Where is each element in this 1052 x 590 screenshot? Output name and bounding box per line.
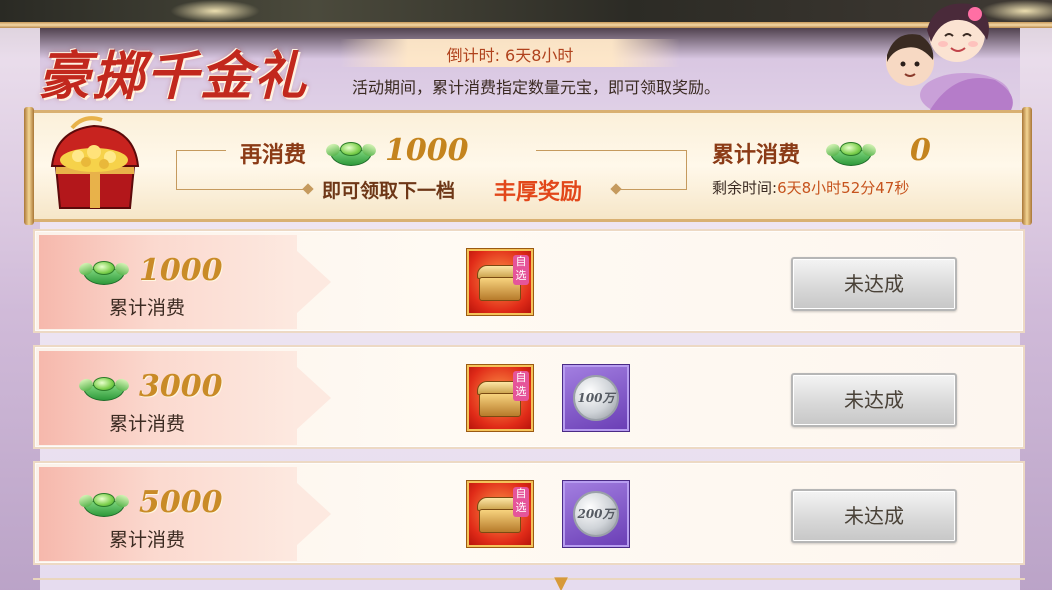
selectable-chest-reward[interactable]: 自选 [467,365,533,431]
ornament-line [176,150,177,190]
characters-art [886,3,1013,117]
total-spent-value: 0 [910,133,931,168]
reward-tier-row: 1000 累计消费 自选 未达成 [33,229,1025,333]
event-title: 豪掷千金礼 [38,46,309,107]
reward-tier-row: 3000 累计消费 自选 100万 未达成 [33,345,1025,449]
yuanbao-ingot-icon [824,140,878,166]
yuanbao-ingot-icon [77,375,131,401]
silver-coin-reward[interactable]: 100万 [563,365,629,431]
event-description: 活动期间，累计消费指定数量元宝，即可领取奖励。 [352,78,721,97]
ornament-line [620,189,686,190]
treasure-chest-icon [42,112,148,216]
claim-button[interactable]: 未达成 [791,373,957,427]
next-tier-text: 即可领取下一档 [322,180,456,202]
list-bottom-rule [33,578,1025,580]
selectable-chest-reward[interactable]: 自选 [467,481,533,547]
remaining-time-label: 剩余时间: [712,179,778,197]
ornament-line [686,150,687,190]
claim-button[interactable]: 未达成 [791,489,957,543]
remaining-time-value: 6天8小时52分47秒 [777,179,910,197]
tier-amount: 3000 [139,369,223,404]
yuanbao-ingot-icon [324,140,378,166]
coin-amount: 100万 [577,391,615,405]
banner-left-cap [24,107,34,225]
claim-button[interactable]: 未达成 [791,257,957,311]
selectable-badge: 自选 [513,371,529,401]
next-tier-highlight: 丰厚奖励 [494,179,583,205]
ornament-line [536,150,686,151]
countdown-text: 倒计时: 6天8小时 [446,46,574,65]
sparkle-decoration [170,0,260,22]
ornament-line [176,189,306,190]
tier-amount: 5000 [139,485,223,520]
coin-amount: 200万 [577,507,615,521]
tier-label: 累计消费 [109,297,186,319]
characters-illustration [835,0,1035,117]
selectable-badge: 自选 [513,487,529,517]
tier-label: 累计消费 [109,413,186,435]
spend-more-label: 再消费 [240,142,307,168]
spend-more-value: 1000 [385,133,469,168]
selectable-chest-reward[interactable]: 自选 [467,249,533,315]
tier-label: 累计消费 [109,529,186,551]
remaining-time: 剩余时间:6天8小时52分47秒 [712,177,909,198]
chevron-down-icon[interactable]: ▼ [548,575,574,590]
ornament-line [176,150,226,151]
silver-coin-reward[interactable]: 200万 [563,481,629,547]
banner-right-cap [1022,107,1032,225]
selectable-badge: 自选 [513,255,529,285]
yuanbao-ingot-icon [77,491,131,517]
total-spent-label: 累计消费 [712,142,801,168]
reward-tier-row: 5000 累计消费 自选 200万 未达成 [33,461,1025,565]
tier-amount: 1000 [139,253,223,288]
yuanbao-ingot-icon [77,259,131,285]
